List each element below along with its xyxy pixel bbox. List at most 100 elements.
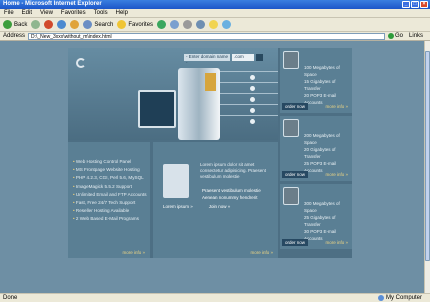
- edit-icon[interactable]: [196, 20, 206, 29]
- about-link[interactable]: Lorem ipsum »: [163, 204, 193, 209]
- features-list: Web Hosting Control Panel MS Frontpage W…: [73, 158, 147, 224]
- search-label: Search: [94, 21, 114, 28]
- feature-item: Fast, Free 24/7 Tech Support: [73, 199, 147, 207]
- address-input[interactable]: D:\_New_3xxx\without_m\index.html: [28, 32, 386, 40]
- minimize-button[interactable]: _: [402, 1, 410, 8]
- go-arrow-icon: [388, 33, 395, 39]
- window-title: Home - Microsoft Internet Explorer: [3, 1, 102, 7]
- search-icon: [83, 20, 93, 29]
- logo-icon: [76, 58, 86, 68]
- plan-footer: order now more info »: [282, 170, 350, 179]
- window-buttons: _ □ ×: [402, 1, 428, 8]
- plans-column: 100 Megabytes of Space 15 Gigabytes of T…: [280, 48, 352, 258]
- search-button[interactable]: Search: [83, 20, 113, 29]
- menu-item[interactable]: [220, 93, 278, 104]
- server-icon: [283, 119, 299, 137]
- window-titlebar: Home - Microsoft Internet Explorer _ □ ×: [0, 0, 430, 9]
- menu-view[interactable]: View: [40, 9, 53, 17]
- address-bar: Address D:\_New_3xxx\without_m\index.htm…: [0, 32, 430, 41]
- server-icon: [178, 68, 220, 140]
- refresh-icon[interactable]: [57, 20, 67, 29]
- plan-features: 300 Megabytes of Space 25 Gigabytes of T…: [304, 200, 352, 242]
- menu-edit[interactable]: Edit: [22, 9, 32, 17]
- maximize-button[interactable]: □: [411, 1, 419, 8]
- links-button[interactable]: Links: [409, 33, 423, 39]
- computer-icon: [377, 295, 384, 301]
- star-icon: [117, 20, 127, 29]
- status-zone: My Computer: [385, 295, 422, 301]
- feature-item: MS Frontpage Website Hosting: [73, 166, 147, 174]
- messenger-icon[interactable]: [222, 20, 232, 29]
- about-item: Praesent vestibulum molestie: [202, 188, 261, 193]
- about-text: Lorem ipsum dolor sit amet consectetur a…: [200, 162, 267, 179]
- address-label: Address: [3, 33, 26, 39]
- home-icon[interactable]: [70, 20, 80, 29]
- about-links: Lorem ipsum » Join now »: [163, 204, 230, 209]
- plan-line: 200 Megabytes of Space: [304, 133, 340, 145]
- status-bar: Done My Computer: [0, 293, 430, 302]
- plan-line: 300 Megabytes of Space: [304, 201, 340, 213]
- menu-item[interactable]: [220, 104, 278, 115]
- plan-card: 300 Megabytes of Space 25 Gigabytes of T…: [280, 184, 352, 249]
- monitor-icon: [138, 90, 176, 128]
- feature-item: Unlimited Email and FTP Accounts: [73, 191, 147, 199]
- about-list: Praesent vestibulum molestie Aenean nonu…: [202, 187, 261, 201]
- forward-arrow-icon[interactable]: [31, 20, 41, 29]
- menu-bar: File Edit View Favorites Tools Help: [0, 9, 430, 18]
- stop-icon[interactable]: [44, 20, 54, 29]
- menu-item[interactable]: [220, 115, 278, 126]
- feature-item: Web Hosting Control Panel: [73, 158, 147, 166]
- server-icon: [283, 187, 299, 205]
- menu-help[interactable]: Help: [116, 9, 128, 17]
- features-panel: Web Hosting Control Panel MS Frontpage W…: [68, 142, 150, 258]
- server-icon: [283, 51, 299, 69]
- more-info-link[interactable]: more info »: [325, 172, 350, 177]
- features-more-link[interactable]: more info »: [122, 250, 145, 255]
- mail-icon[interactable]: [170, 20, 180, 29]
- print-icon[interactable]: [183, 20, 193, 29]
- menu-favorites[interactable]: Favorites: [61, 9, 86, 17]
- plan-line: 15 Gigabytes of Transfer: [304, 79, 336, 91]
- menu-file[interactable]: File: [4, 9, 14, 17]
- domain-input[interactable]: - Enter domain name -: [184, 54, 230, 65]
- order-now-button[interactable]: order now: [282, 239, 309, 246]
- site-header: - Enter domain name - .com: [68, 48, 278, 140]
- plan-footer: order now more info »: [282, 102, 350, 111]
- plan-footer: order now more info »: [282, 238, 350, 247]
- favorites-label: Favorites: [128, 21, 154, 28]
- browser-toolbar: Back Search Favorites: [0, 18, 430, 32]
- feature-item: Reseller Hosting Available: [73, 207, 147, 215]
- more-info-link[interactable]: more info »: [325, 104, 350, 109]
- scroll-thumb[interactable]: [425, 51, 430, 261]
- menu-item[interactable]: [220, 71, 278, 82]
- domain-search: - Enter domain name - .com: [184, 54, 263, 65]
- about-link[interactable]: Join now »: [209, 204, 231, 209]
- menu-tools[interactable]: Tools: [94, 9, 108, 17]
- website-layout: - Enter domain name - .com Web Hosting C…: [68, 48, 352, 258]
- close-button[interactable]: ×: [420, 1, 428, 8]
- favorites-button[interactable]: Favorites: [117, 20, 153, 29]
- plan-line: 25 Gigabytes of Transfer: [304, 215, 336, 227]
- plan-features: 200 Megabytes of Space 20 Gigabytes of T…: [304, 132, 352, 174]
- go-label: Go: [395, 33, 404, 39]
- menu-item[interactable]: [220, 82, 278, 93]
- status-right: My Computer: [377, 295, 430, 301]
- more-info-link[interactable]: more info »: [325, 240, 350, 245]
- back-arrow-icon: [3, 20, 12, 29]
- plan-line: 20 Gigabytes of Transfer: [304, 147, 336, 159]
- order-now-button[interactable]: order now: [282, 171, 309, 178]
- about-item: Aenean nonummy hendrerit: [202, 195, 258, 200]
- plan-card: 100 Megabytes of Space 15 Gigabytes of T…: [280, 48, 352, 113]
- order-now-button[interactable]: order now: [282, 103, 309, 110]
- tld-select[interactable]: .com: [232, 54, 254, 61]
- folder-icon[interactable]: [209, 20, 219, 29]
- about-more-link[interactable]: more info »: [250, 250, 273, 255]
- status-left: Done: [3, 295, 18, 301]
- about-panel: Lorem ipsum dolor sit amet consectetur a…: [153, 142, 278, 258]
- back-button[interactable]: Back: [3, 20, 27, 29]
- feature-item: 2 Web Based E-Mail Programs: [73, 215, 147, 223]
- domain-search-button[interactable]: [256, 54, 263, 61]
- history-icon[interactable]: [157, 20, 167, 29]
- vertical-scrollbar[interactable]: [424, 41, 430, 293]
- go-button[interactable]: Go: [388, 33, 403, 39]
